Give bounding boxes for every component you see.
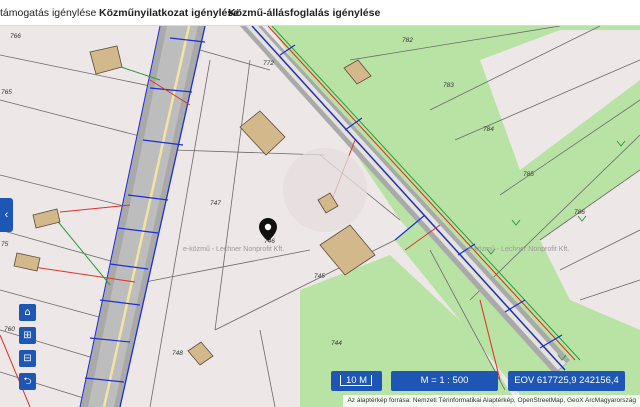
- top-nav-bar: támogatás igénylése Közműnyilatkozat igé…: [0, 0, 640, 26]
- zoom-in-button[interactable]: ⊞: [19, 327, 36, 344]
- tab-kozmu-allasfoglalas[interactable]: Közmű-állásfoglalás igénylése: [228, 7, 380, 19]
- chevron-left-icon: ‹: [4, 209, 9, 221]
- minus-icon: ⊟: [23, 353, 32, 364]
- parcel-label: 760: [4, 326, 15, 333]
- map-svg: 766 765 772 782 783 784 785 786 747 746 …: [0, 26, 640, 407]
- map-attribution: Az alaptérkép forrása: Nemzeti Térinform…: [343, 395, 640, 407]
- parcel-label: 744: [331, 340, 342, 347]
- scale-ratio[interactable]: M = 1 : 500: [391, 371, 498, 391]
- map-canvas[interactable]: 766 765 772 782 783 784 785 786 747 746 …: [0, 26, 640, 407]
- home-icon: ⌂: [24, 307, 31, 318]
- parcel-label: 783: [443, 82, 454, 89]
- back-button[interactable]: ⮌: [19, 373, 36, 390]
- parcel-label: 772: [263, 60, 274, 67]
- coordinate-readout: EOV 617725,9 242156,4: [508, 371, 625, 391]
- parcel-label: 782: [402, 37, 413, 44]
- sidebar-toggle-button[interactable]: ‹: [0, 198, 13, 232]
- parcel-label: 75: [1, 241, 9, 248]
- tab-tamogatas[interactable]: támogatás igénylése: [0, 7, 96, 19]
- parcel-label: 786: [574, 209, 585, 216]
- parcel-label: 766: [10, 33, 21, 40]
- home-button[interactable]: ⌂: [19, 304, 36, 321]
- scale-ratio-label: M = 1 : 500: [420, 375, 469, 386]
- scale-bar-label: 10 M: [345, 375, 368, 386]
- parcel-label: 785: [523, 171, 534, 178]
- scale-bar: 10 M: [331, 371, 382, 391]
- zoom-out-button[interactable]: ⊟: [19, 350, 36, 367]
- parcel-label: 747: [210, 200, 221, 207]
- watermark-text: e-közmű - Lechner Nonprofit Kft.: [183, 246, 284, 253]
- coordinate-text: EOV 617725,9 242156,4: [514, 375, 619, 386]
- parcel-label: 748: [172, 350, 183, 357]
- watermark-text: e-közmű - Lechner Nonprofit Kft.: [468, 246, 569, 253]
- parcel-label: 745: [314, 273, 325, 280]
- tab-kozmunyilatkozat[interactable]: Közműnyilatkozat igénylése: [99, 7, 239, 19]
- plus-icon: ⊞: [23, 330, 32, 341]
- parcel-label: 784: [483, 126, 494, 133]
- highlight-circle: [283, 148, 367, 232]
- parcel-label: 765: [1, 89, 12, 96]
- return-icon: ⮌: [23, 376, 32, 387]
